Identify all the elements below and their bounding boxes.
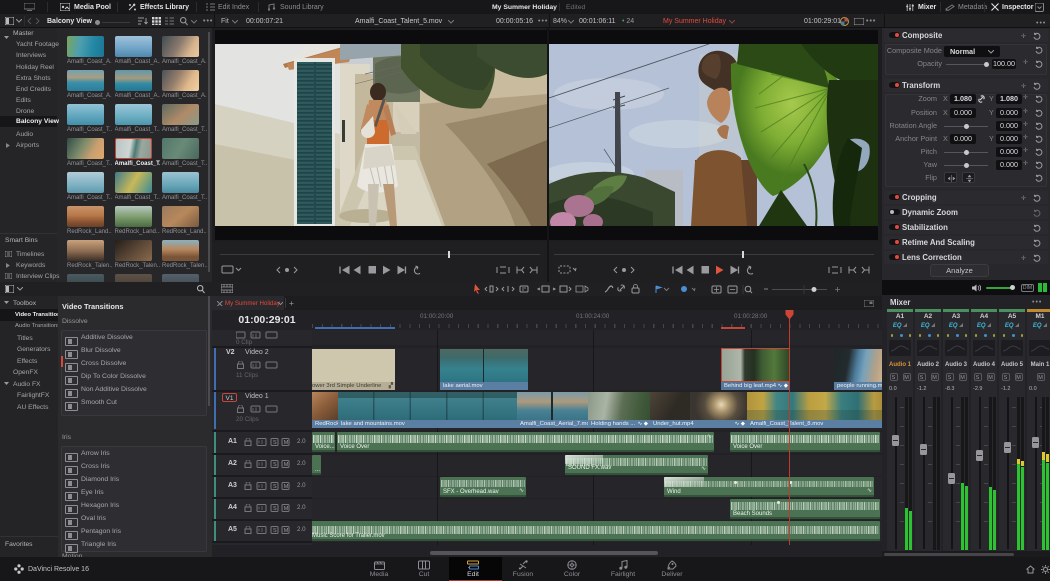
svg-text:M: M <box>284 528 289 534</box>
svg-text:S: S <box>273 506 277 512</box>
svg-text:S: S <box>273 462 277 468</box>
svg-text:M: M <box>284 506 289 512</box>
svg-text:M: M <box>284 440 289 446</box>
svg-text:S: S <box>273 484 277 490</box>
svg-text:M: M <box>284 462 289 468</box>
svg-text:S: S <box>273 528 277 534</box>
svg-text:M: M <box>284 484 289 490</box>
svg-text:S: S <box>273 440 277 446</box>
